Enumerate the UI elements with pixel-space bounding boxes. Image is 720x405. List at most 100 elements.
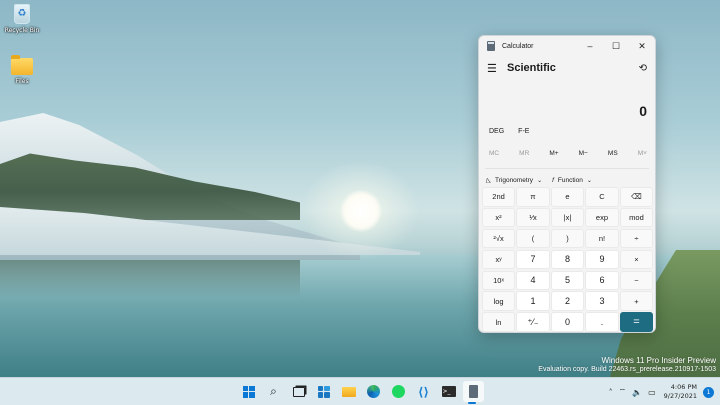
minimize-button[interactable]: – [577,36,603,56]
windows-watermark: Windows 11 Pro Insider Preview Evaluatio… [538,356,716,374]
key-r0-c4[interactable]: ⌫ [619,187,653,207]
calculator-icon [469,385,478,398]
key-r1-c2[interactable]: |x| [550,207,585,228]
spotify-button[interactable] [388,381,409,402]
edge-icon [367,385,380,398]
edge-button[interactable] [363,381,384,402]
chevron-down-icon: ⌄ [586,177,592,184]
widgets-icon [317,385,330,398]
memory-add-button[interactable]: M+ [549,150,558,157]
calculator-app-icon [487,41,495,51]
angle-unit-button[interactable]: DEG [489,128,504,135]
result-display: 0 [639,103,647,119]
key-r3-c1[interactable]: 7 [516,249,550,270]
key-r0-c1[interactable]: π [516,187,550,207]
key-r2-c4[interactable]: ÷ [619,228,653,249]
terminal-button[interactable]: >_ [438,381,459,402]
key-r5-c4[interactable]: + [619,291,653,311]
title-bar[interactable]: Calculator – ☐ ✕ [479,36,655,56]
key-r6-c0[interactable]: ln [482,312,516,332]
chevron-down-icon: ⌄ [537,177,543,184]
tray-overflow-chevron-icon[interactable]: ˄ [609,388,613,397]
key-r3-c4[interactable]: × [619,249,653,270]
watermark-edition: Windows 11 Pro Insider Preview [601,356,716,365]
terminal-icon: >_ [441,386,456,397]
key-r3-c3[interactable]: 9 [585,249,619,270]
key-r1-c4[interactable]: mod [619,207,653,228]
calculator-header: ☰ Scientific ⟲ [479,56,655,80]
clock[interactable]: 4:06 PM 9/27/2021 [664,383,697,401]
key-r4-c4[interactable]: − [619,270,653,291]
key-r0-c0[interactable]: 2nd [482,187,516,207]
active-app-indicator [468,402,476,404]
vscode-icon: ⟨⟩ [418,384,429,399]
key-r3-c0[interactable]: xʸ [482,249,516,270]
search-icon: ⌕ [270,384,277,398]
spotify-icon [392,385,405,398]
hamburger-menu-icon[interactable]: ☰ [487,62,497,75]
key-r3-c2[interactable]: 8 [550,249,585,270]
key-r0-c3[interactable]: C [585,187,619,207]
wifi-icon[interactable]: ⌔ [619,387,627,397]
wallpaper-sun [340,190,382,232]
key-r1-c1[interactable]: ¹⁄x [516,207,550,228]
desktop-icon-recycle-bin[interactable]: ♻ Recycle Bin [0,4,44,34]
start-button[interactable] [238,381,259,402]
function-icon: f [552,176,554,184]
mode-row: DEG F-E [479,120,655,142]
keypad: 2nd π e C ⌫ x² ¹⁄x |x| exp mod ²√x() n! ÷ xʸ 7 8 9 × 10ˣ 4 5… [482,187,653,332]
key-r2-c3[interactable]: n! [585,228,619,249]
key-r6-c2[interactable]: 0 [550,312,585,332]
task-view-icon [292,386,305,397]
key-r2-c2[interactable]: ) [550,228,585,249]
windows-logo-icon [242,385,255,398]
task-view-button[interactable] [288,381,309,402]
key-r6-c4[interactable]: = [619,312,653,332]
vscode-button[interactable]: ⟨⟩ [413,381,434,402]
widgets-button[interactable] [313,381,334,402]
function-dropdown[interactable]: Function [558,177,583,184]
calculator-taskbar-button[interactable] [463,381,484,402]
taskbar-apps: ⌕ ⟨⟩ >_ [238,381,484,402]
notification-badge[interactable]: 1 [703,386,714,398]
key-r5-c2[interactable]: 2 [550,291,585,311]
key-r1-c3[interactable]: exp [585,207,619,228]
maximize-button[interactable]: ☐ [603,36,629,56]
file-explorer-icon [341,386,356,397]
key-r5-c3[interactable]: 3 [585,291,619,311]
desktop-icon-files[interactable]: Files [0,55,44,85]
key-r2-c0[interactable]: ²√x [482,228,516,249]
trigonometry-dropdown[interactable]: Trigonometry [495,177,533,184]
key-r5-c0[interactable]: log [482,291,516,311]
battery-icon[interactable]: ▭ [648,388,656,397]
watermark-build: Evaluation copy. Build 22463.rs_prerelea… [538,366,716,373]
key-r2-c1[interactable]: ( [516,228,550,249]
memory-list-button[interactable]: M˅ [638,150,647,157]
fe-toggle-button[interactable]: F-E [518,128,529,135]
key-r6-c3[interactable]: . [585,312,619,332]
key-r4-c0[interactable]: 10ˣ [482,270,516,291]
trigonometry-icon: ◺ [486,177,491,184]
desktop-icon-label: Files [15,78,29,85]
memory-store-button[interactable]: MS [608,150,618,157]
key-r4-c3[interactable]: 6 [585,270,619,291]
key-r0-c2[interactable]: e [550,187,585,207]
key-r6-c1[interactable]: ⁺⁄₋ [516,312,550,332]
file-explorer-button[interactable] [338,381,359,402]
key-r4-c2[interactable]: 5 [550,270,585,291]
close-button[interactable]: ✕ [629,36,655,56]
memory-recall-button[interactable]: MR [519,150,529,157]
recycle-bin-icon: ♻ [14,4,30,24]
search-button[interactable]: ⌕ [263,381,284,402]
volume-icon[interactable]: 🔈 [632,388,642,397]
clock-time: 4:06 PM [670,383,697,391]
system-tray: ˄ ⌔ 🔈 ▭ 4:06 PM 9/27/2021 1 [603,378,714,405]
key-r1-c0[interactable]: x² [482,207,516,228]
key-r4-c1[interactable]: 4 [516,270,550,291]
key-r5-c1[interactable]: 1 [516,291,550,311]
wallpaper-forest [0,153,300,220]
history-icon[interactable]: ⟲ [639,63,647,74]
memory-clear-button[interactable]: MC [489,150,499,157]
taskbar: ⌕ ⟨⟩ >_ ˄ ⌔ 🔈 ▭ 4:06 PM 9/27/2021 1 [0,377,720,405]
memory-subtract-button[interactable]: M− [579,150,588,157]
